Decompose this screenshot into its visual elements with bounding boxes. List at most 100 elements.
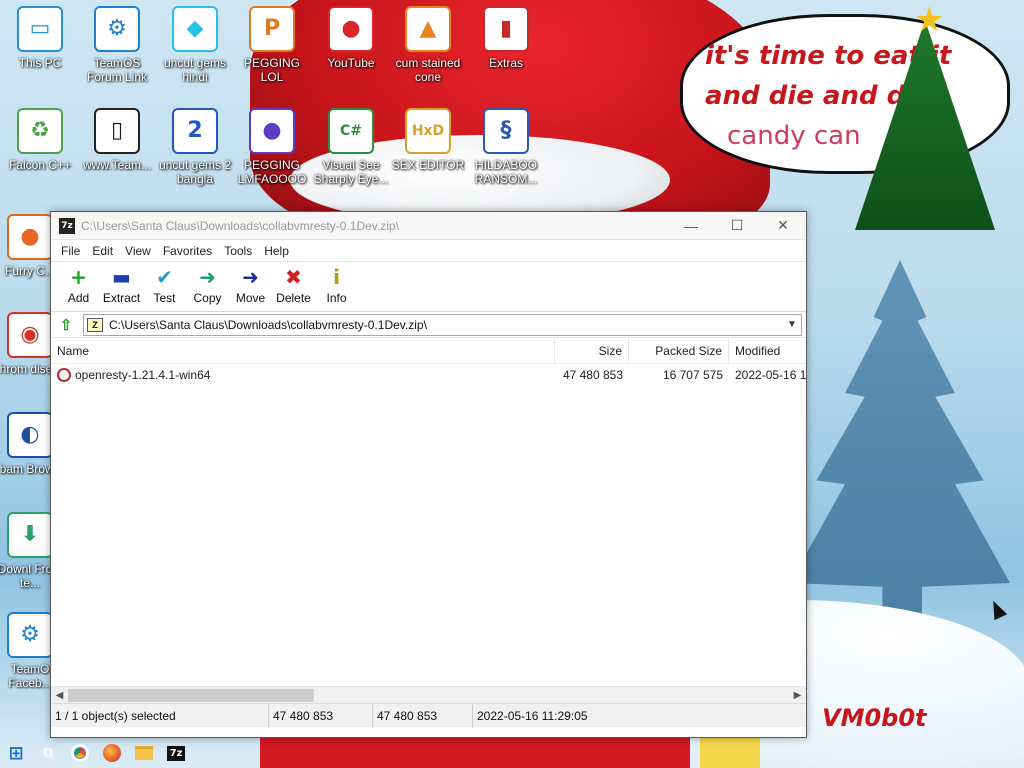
menu-bar: File Edit View Favorites Tools Help [51,240,806,262]
download-icon: ⬇ [7,512,53,558]
folder-up-icon[interactable]: ⇧ [55,315,77,335]
delete-label: Delete [276,291,311,305]
obama-logo-icon: ◐ [7,412,53,458]
desktop-icon[interactable]: ♻ Falcon C++ [0,108,80,172]
file-packed-size-cell: 16 707 575 [662,368,723,382]
window-title: C:\Users\Santa Claus\Downloads\collabvmr… [81,218,399,233]
desktop-icon[interactable]: P PEGGING LOL [232,6,312,84]
chevron-down-icon[interactable]: ▼ [783,319,801,330]
move-button[interactable]: ➜ Move [229,265,272,305]
scroll-thumb[interactable] [68,688,314,702]
address-row: ⇧ Z C:\Users\Santa Claus\Downloads\colla… [51,312,806,338]
checkmark-icon: ✔ [156,265,173,289]
desktop-icon[interactable]: ● YouTube [311,6,391,70]
toolbar: + Add ▬ Extract ✔ Test ➜ Copy ➜ Move ✖ Delete i Info [51,262,806,312]
desktop-icon-label: YouTube [327,56,375,70]
chrome-icon: ◉ [7,312,53,358]
maximize-button[interactable]: ☐ [714,212,760,240]
horizontal-scrollbar[interactable]: ◀ ▶ [51,686,806,703]
scroll-track[interactable] [68,688,789,702]
menu-edit[interactable]: Edit [86,244,119,258]
desktop-icon[interactable]: ▲ cum stained cone [388,6,468,84]
file-list[interactable]: openresty-1.21.4.1-win64 47 480 853 16 7… [51,364,806,686]
menu-tools[interactable]: Tools [218,244,258,258]
desktop-icon-label: PEGGING LMFAOOOO [237,158,307,186]
menu-help[interactable]: Help [258,244,295,258]
file-name: openresty-1.21.4.1-win64 [75,368,211,382]
info-label: Info [326,291,347,305]
book-icon: ▮ [483,6,529,52]
desktop-icon[interactable]: HxD SEX EDITOR [388,108,468,172]
extract-button[interactable]: ▬ Extract [100,265,143,305]
delete-x-icon: ✖ [285,265,302,289]
angry-bird-icon: ● [328,6,374,52]
add-button[interactable]: + Add [57,265,100,305]
number-two-icon: 2 [172,108,218,154]
firefox-icon: ● [7,214,53,260]
column-header-packed-size[interactable]: Packed Size [629,337,729,364]
status-selection: 1 / 1 object(s) selected [51,703,269,728]
csharp-icon: C# [328,108,374,154]
wallpaper-signature: VM0b0t [822,704,927,732]
address-text[interactable]: C:\Users\Santa Claus\Downloads\collabvmr… [109,318,783,332]
desktop-icon[interactable]: ▯ www.Team... [77,108,157,172]
menu-view[interactable]: View [119,244,157,258]
desktop-icon-label: www.Team... [82,158,151,172]
traffic-cone-icon: ▲ [405,6,451,52]
wallpaper-yellow-shape [700,738,760,768]
desktop-icon-label: uncut gems 2 bangla [158,158,232,186]
desktop-icon-label: Falcon C++ [8,158,72,172]
desktop-icon[interactable]: ◆ uncut gems hindi [155,6,235,84]
7zip-icon[interactable]: 7z [160,738,192,768]
address-field[interactable]: Z C:\Users\Santa Claus\Downloads\collabv… [83,313,802,336]
wallpaper-red-shape [260,738,690,768]
file-list-header: Name Size Packed Size Modified [51,337,806,364]
7zip-app-icon: 7z [59,217,75,234]
firefox-icon[interactable] [96,738,128,768]
file-name-cell[interactable]: openresty-1.21.4.1-win64 [51,364,555,386]
title-bar[interactable]: 7z C:\Users\Santa Claus\Downloads\collab… [51,212,806,240]
desktop-icon[interactable]: ● PEGGING LMFAOOOO [232,108,312,186]
file-size-cell: 47 480 853 [562,368,623,382]
bubble-line-1: it's time to eat it [705,41,952,71]
desktop-icon-label: PEGGING LOL [243,56,300,84]
desktop-icon-label: TeamOS Forum Link [86,56,148,84]
minus-icon: ▬ [112,265,131,289]
menu-favorites[interactable]: Favorites [157,244,218,258]
desktop-icon[interactable]: 2 uncut gems 2 bangla [155,108,235,186]
desktop-icon[interactable]: § HILDABOO RANSOM... [466,108,546,186]
file-row[interactable]: openresty-1.21.4.1-win64 47 480 853 16 7… [51,364,806,386]
folder-icon[interactable] [128,738,160,768]
desktop-icon-label: This PC [18,56,62,70]
bubble-line-2: and die and d [705,81,906,111]
column-header-name[interactable]: Name [51,337,555,364]
wallpaper-background-tree [790,260,1010,640]
scroll-right-icon[interactable]: ▶ [789,690,806,701]
close-button[interactable]: ✕ [760,212,806,240]
test-button[interactable]: ✔ Test [143,265,186,305]
gear-icon: ⚙ [7,612,53,658]
menu-file[interactable]: File [55,244,86,258]
column-header-size[interactable]: Size [555,337,629,364]
chrome-icon[interactable] [64,738,96,768]
desktop-icon-label: HILDABOO RANSOM... [474,158,538,186]
desktop-icon-label: cum stained cone [395,56,461,84]
extract-label: Extract [102,291,141,305]
copy-label: Copy [193,291,222,305]
scroll-left-icon[interactable]: ◀ [51,690,68,701]
info-button[interactable]: i Info [315,265,358,305]
column-header-modified[interactable]: Modified [729,338,806,364]
desktop-icon[interactable]: ▭ This PC [0,6,80,70]
windows-logo-icon[interactable]: ⊞ [0,738,32,768]
copy-button[interactable]: ➜ Copy [186,265,229,305]
file-modified-cell: 2022-05-16 1 [735,368,806,382]
desktop-icon[interactable]: ▮ Extras [466,6,546,70]
move-arrow-icon: ➜ [242,265,259,289]
status-size: 47 480 853 [269,703,373,728]
desktop-icon[interactable]: ⚙ TeamOS Forum Link [77,6,157,84]
wg-script-icon: § [483,108,529,154]
desktop-icon[interactable]: C# Visual See Sharply Eye... [311,108,391,186]
delete-button[interactable]: ✖ Delete [272,265,315,305]
task-view-icon[interactable]: ⧉ [32,738,64,768]
minimize-button[interactable]: — [668,212,714,240]
